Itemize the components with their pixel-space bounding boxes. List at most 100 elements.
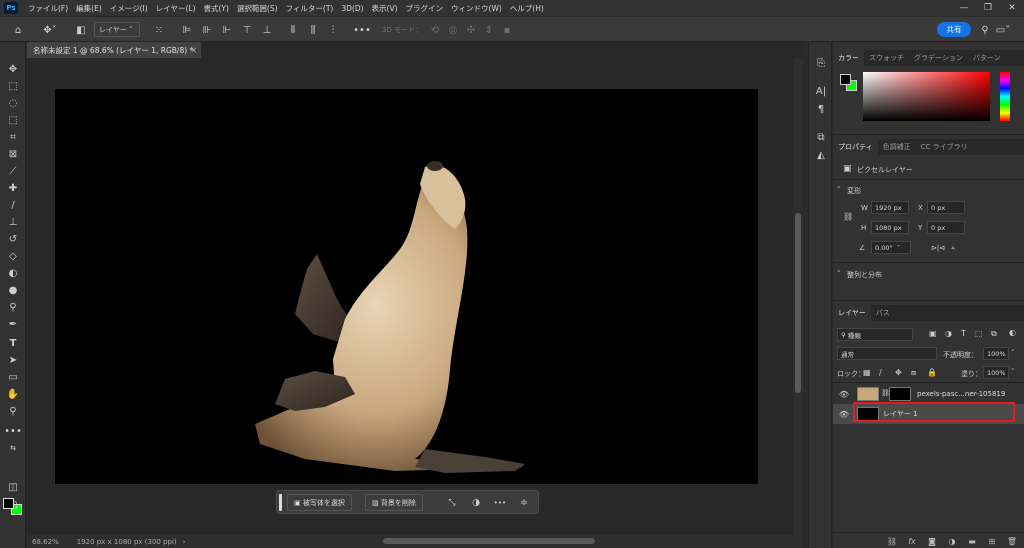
distribute-icon[interactable]: ⫴ [286,22,300,38]
auto-select-icon[interactable]: ◧ [74,22,88,38]
panel-foreground-swatch[interactable] [840,74,851,85]
taskbar-grip-handle[interactable] [279,494,282,511]
document-info[interactable]: 1920 px x 1080 px (300 ppi) [77,538,177,546]
brush-tool-icon[interactable]: ∕ [5,198,21,213]
workspace-icon[interactable]: ▭˅ [996,22,1010,38]
document-tab[interactable]: 名称未設定 1 @ 68.6% (レイヤー 1, RGB/8) * ✕ [27,42,201,58]
move-tool-preset-icon[interactable]: ✥˅ [38,22,62,38]
adjustment-layer-icon[interactable]: ◑ [945,535,959,547]
frame-tool-icon[interactable]: ⊠ [5,147,21,162]
swap-colors-icon[interactable]: ⇆ [5,440,21,455]
paragraph-panel-icon[interactable]: ¶ [813,102,829,117]
hue-slider[interactable] [1000,72,1010,121]
layer-style-icon[interactable]: fx [905,535,919,547]
document-info-arrow-icon[interactable]: › [183,538,186,546]
flip-horizontal-icon[interactable]: ⊳|⊲ [931,244,945,252]
align-right-icon[interactable]: ⊩ [220,22,234,38]
new-group-icon[interactable]: ▬ [965,535,979,547]
opacity-field[interactable]: 100% [983,347,1009,360]
crop-tool-icon[interactable]: ⌗ [5,130,21,145]
filter-shape-icon[interactable]: ⬚ [975,329,983,338]
history-brush-tool-icon[interactable]: ↺ [5,232,21,247]
blur-tool-icon[interactable]: ● [5,283,21,298]
tab-patterns[interactable]: パターン [968,50,1006,66]
lock-position-icon[interactable]: ✥ [895,368,902,377]
taskbar-settings-icon[interactable]: ≑ [515,494,533,511]
horizontal-scroll-thumb[interactable] [383,538,595,544]
visibility-eye-icon[interactable]: 👁 [838,409,850,419]
trash-icon[interactable]: 🗑 [1005,535,1019,547]
close-icon[interactable]: ✕ [1000,0,1024,16]
layer-mask-thumbnail[interactable] [889,387,911,401]
hand-tool-icon[interactable]: ✋ [5,387,21,402]
flip-vertical-icon[interactable]: ⩡ [951,244,955,253]
new-layer-icon[interactable]: ⊞ [985,535,999,547]
menu-3d[interactable]: 3D(D) [337,4,367,13]
height-field[interactable]: 1080 px [871,221,909,234]
pen-tool-icon[interactable]: ✒ [5,317,21,332]
menu-help[interactable]: ヘルプ(H) [506,3,548,14]
align-chevron-icon[interactable]: ˅ [837,270,841,278]
adjustment-icon[interactable]: ◑ [467,494,485,511]
add-mask-icon[interactable]: ◙ [925,535,939,547]
stamp-tool-icon[interactable]: ⊥ [5,215,21,230]
vertical-scrollbar[interactable] [793,58,803,535]
close-document-icon[interactable]: ✕ [190,46,197,55]
filter-toggle-icon[interactable]: ◐ [1009,328,1016,337]
zoom-tool-icon[interactable]: ⚲ [5,404,21,419]
opacity-chevron-icon[interactable]: ˅ [1011,349,1015,357]
filter-smart-object-icon[interactable]: ⧉ [991,329,997,339]
tab-layers[interactable]: レイヤー [833,305,871,321]
foreground-color-swatch[interactable] [3,498,14,509]
lock-transparent-icon[interactable]: ▦ [863,368,871,377]
quick-mask-icon[interactable]: ◫ [5,480,21,495]
align-section-label[interactable]: 整列と分布 [847,270,882,280]
lock-artboard-icon[interactable]: ⧈ [911,368,916,378]
minimize-icon[interactable]: — [952,0,976,16]
move-tool-icon[interactable]: ✥ [5,62,21,77]
edit-toolbar-icon[interactable]: ••• [4,424,22,439]
filter-adjustment-icon[interactable]: ◑ [945,329,952,338]
blend-mode-dropdown[interactable]: 通常 [837,347,937,360]
menu-layer[interactable]: レイヤー(L) [152,3,200,14]
transform-controls-icon[interactable]: ⁙ [152,22,166,38]
link-icon[interactable]: ⛓ [843,212,853,221]
transform-chevron-icon[interactable]: ˅ [837,186,841,194]
x-field[interactable]: 0 px [927,201,965,214]
menu-type[interactable]: 書式(Y) [200,3,233,14]
transform-section-label[interactable]: 変形 [847,186,861,196]
eyedropper-tool-icon[interactable]: ⟋ [5,164,21,179]
type-tool-icon[interactable]: T [5,336,21,351]
menu-plugins[interactable]: プラグイン [402,3,448,14]
width-field[interactable]: 1920 px [871,201,909,214]
layer-name[interactable]: pexels-pasc...ner-105819 [917,387,1005,401]
gradient-tool-icon[interactable]: ◐ [5,266,21,281]
distribute-v-icon[interactable]: ⫼ [306,22,320,38]
y-field[interactable]: 0 px [927,221,965,234]
libraries-panel-icon[interactable]: ⧉ [813,130,829,145]
align-middle-icon[interactable]: ⊥ [260,22,274,38]
menu-edit[interactable]: 編集(E) [72,3,106,14]
tab-color[interactable]: カラー [833,50,864,66]
tab-adjustments[interactable]: 色調補正 [878,139,916,155]
select-subject-button[interactable]: ▣ 被写体を選択 [287,494,352,511]
layer-filter-dropdown[interactable]: ⚲ 種類 [837,328,913,341]
zoom-level[interactable]: 68.62% [32,538,59,546]
healing-brush-tool-icon[interactable]: ✚ [5,181,21,196]
fill-field[interactable]: 100% [983,366,1009,379]
tab-paths[interactable]: パス [871,305,895,321]
character-panel-icon[interactable]: A| [813,84,829,99]
more-options-icon[interactable]: ••• [353,22,371,38]
rectangle-tool-icon[interactable]: ▭ [5,370,21,385]
align-center-icon[interactable]: ⊪ [200,22,214,38]
layer-row[interactable]: 👁 ⛓ pexels-pasc...ner-105819 [833,384,1024,404]
fill-chevron-icon[interactable]: ˅ [1011,368,1015,376]
menu-select[interactable]: 選択範囲(S) [233,3,282,14]
visibility-eye-icon[interactable]: 👁 [838,389,850,399]
filter-pixel-icon[interactable]: ▣ [929,329,937,338]
eraser-tool-icon[interactable]: ◇ [5,249,21,264]
tab-properties[interactable]: プロパティ [833,139,878,155]
menu-view[interactable]: 表示(V) [368,3,402,14]
share-button[interactable]: 共有 [937,22,971,37]
vertical-scroll-thumb[interactable] [795,213,801,393]
